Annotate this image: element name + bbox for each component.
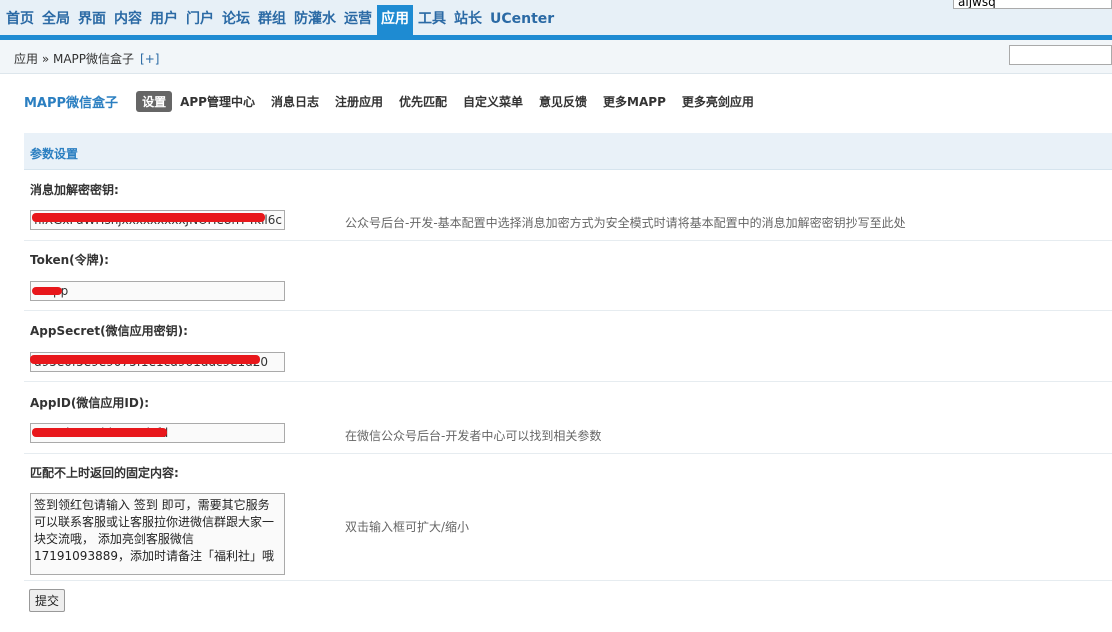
submenu-item[interactable]: APP管理中心: [180, 93, 255, 110]
nav-tab[interactable]: 群组: [255, 6, 289, 32]
section-title: 参数设置: [30, 147, 79, 161]
nav-tab[interactable]: 论坛: [219, 6, 253, 32]
nav-tab[interactable]: 内容: [111, 6, 145, 32]
nav-tab[interactable]: 界面: [75, 6, 109, 32]
top-nav: 首页 全局 界面 内容 用户 门户 论坛 群组 防灌水 运营 应用 工具 站长 UCenter: [0, 0, 1112, 35]
nav-tab[interactable]: 门户: [183, 6, 217, 32]
nav-tab[interactable]: 运营: [341, 6, 375, 32]
aes-key-hint: 公众号后台-开发-基本配置中选择消息加密方式为安全模式时请将基本配置中的消息加解…: [345, 216, 906, 230]
nav-tab[interactable]: 防灌水: [291, 6, 339, 32]
token-row: mapp: [24, 270, 1112, 311]
redaction-mark: [30, 355, 260, 364]
submenu-item[interactable]: 更多亮剑应用: [682, 93, 754, 110]
app-submenu: MAPP微信盒子 设置 APP管理中心 消息日志 注册应用 优先匹配 自定义菜单 意见反馈更…: [24, 90, 770, 112]
redaction-mark: [32, 287, 62, 295]
token-label: Token(令牌):: [30, 253, 109, 267]
nav-tab[interactable]: 用户: [147, 6, 181, 32]
nav-tab[interactable]: 首页: [3, 6, 37, 32]
nav-tabs: 首页 全局 界面 内容 用户 门户 论坛 群组 防灌水 运营 应用 工具 站长 UCenter: [3, 5, 559, 35]
add-shortcut-link[interactable]: [+]: [140, 52, 159, 66]
submenu-item[interactable]: 意见反馈: [539, 93, 587, 110]
fallback-hint: 双击输入框可扩大/缩小: [345, 520, 470, 534]
redaction-mark: [32, 213, 265, 222]
breadcrumb-text: 应用 » MAPP微信盒子: [14, 52, 135, 66]
breadcrumb: 应用 » MAPP微信盒子 [+]: [14, 50, 159, 67]
fallback-textarea[interactable]: 签到领红包请输入 签到 即可，需要其它服务可以联系客服或让客服拉你进微信群跟大家…: [30, 493, 285, 575]
fallback-label-row: 匹配不上时返回的固定内容:: [24, 459, 1112, 483]
breadcrumb-bar: 应用 » MAPP微信盒子 [+]: [0, 40, 1112, 74]
app-id-label: AppID(微信应用ID):: [30, 396, 150, 410]
app-title: MAPP微信盒子: [24, 95, 119, 111]
app-secret-label-row: AppSecret(微信应用密钥):: [24, 317, 1112, 341]
redaction-mark: [32, 428, 167, 437]
quick-search-input[interactable]: [1009, 45, 1112, 65]
header-search-input[interactable]: [953, 0, 1112, 9]
aes-key-row: filXGxPaWHsnjxxxxxxxxxJNOHe8hT4kll6c 公众号…: [24, 200, 1112, 241]
app-id-row: wx12b995dd54e5dcfd 在微信公众号后台-开发者中心可以找到相关参…: [24, 413, 1112, 454]
nav-tab[interactable]: 工具: [415, 6, 449, 32]
nav-tab[interactable]: 全局: [39, 6, 73, 32]
section-header: 参数设置: [24, 133, 1112, 170]
submenu-item[interactable]: 设置: [136, 90, 173, 112]
submenu-item[interactable]: 自定义菜单: [463, 93, 523, 110]
fallback-label: 匹配不上时返回的固定内容:: [30, 466, 179, 480]
submenu-item[interactable]: 注册应用: [335, 93, 383, 110]
submenu-item[interactable]: 消息日志: [271, 93, 319, 110]
token-input[interactable]: mapp: [30, 281, 285, 301]
fallback-row: 签到领红包请输入 签到 即可，需要其它服务可以联系客服或让客服拉你进微信群跟大家…: [24, 493, 1112, 581]
app-id-hint: 在微信公众号后台-开发者中心可以找到相关参数: [345, 429, 602, 443]
submenu-item[interactable]: 更多MAPP: [603, 93, 666, 110]
app-secret-label: AppSecret(微信应用密钥):: [30, 324, 188, 338]
submenu-item[interactable]: 优先匹配: [399, 93, 447, 110]
nav-tab[interactable]: 站长: [451, 6, 485, 32]
submit-button[interactable]: 提交: [29, 589, 65, 612]
app-id-label-row: AppID(微信应用ID):: [24, 389, 1112, 413]
nav-tab[interactable]: UCenter: [487, 6, 557, 32]
aes-key-label-row: 消息加解密密钥:: [24, 176, 1112, 200]
app-secret-row: d95e0f5e9e9075f1e1cd961ddc9e1d20: [24, 341, 1112, 382]
nav-tab[interactable]: 应用: [377, 5, 413, 35]
token-label-row: Token(令牌):: [24, 246, 1112, 270]
aes-key-label: 消息加解密密钥:: [30, 183, 119, 197]
